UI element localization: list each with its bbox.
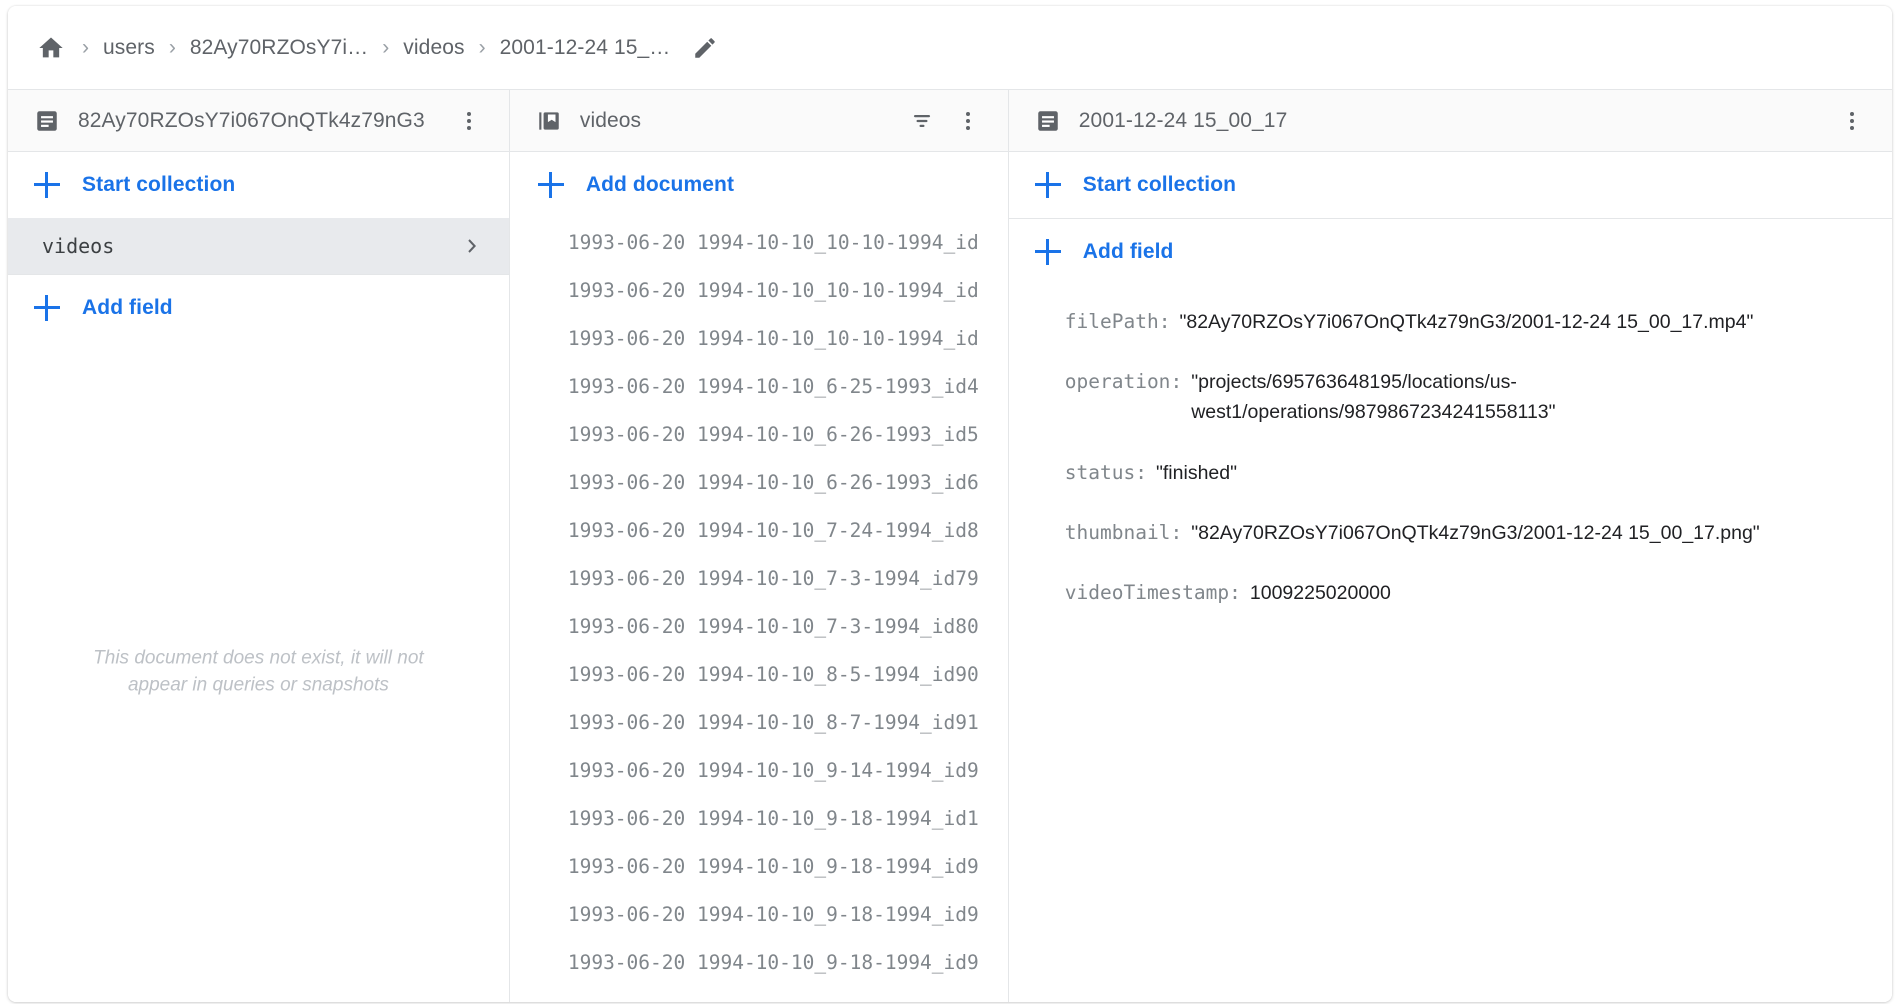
middle-panel-title: videos: [579, 108, 642, 132]
start-collection-label: Start collection: [1082, 173, 1237, 196]
list-item[interactable]: 1993-06-20 1994-10-10_10-10-1994_id: [510, 314, 1008, 362]
breadcrumb-separator: ›: [168, 36, 176, 59]
left-panel-header: 82Ay70RZOsY7i067OnQTk4z79nG3: [8, 90, 509, 152]
right-panel-header: 2001-12-24 15_00_17: [1008, 90, 1892, 152]
plus-icon: [537, 172, 564, 198]
pencil-edit-icon[interactable]: [692, 35, 718, 61]
right-panel-actions: [1832, 101, 1872, 141]
field-key: videoTimestamp: [1064, 581, 1230, 605]
plus-icon: [1034, 172, 1061, 198]
breadcrumb-item-users[interactable]: users: [103, 36, 155, 60]
more-vert-icon[interactable]: [948, 101, 988, 141]
field-value: "82Ay70RZOsY7i067OnQTk4z79nG3/2001-12-24…: [1179, 311, 1754, 333]
list-item[interactable]: videos: [8, 218, 509, 274]
breadcrumb-item-document[interactable]: 2001-12-24 15_…: [500, 36, 671, 60]
field-value: 1009225020000: [1249, 582, 1391, 605]
left-panel-empty-area: This document does not exist, it will no…: [8, 341, 509, 1002]
add-field-label: Add field: [1082, 240, 1174, 263]
middle-collection-panel: videos Add document 1993-06-20 1994-10-1…: [509, 90, 1009, 1002]
list-item[interactable]: 1993-06-20 1994-10-10_8-7-1994_id91: [510, 698, 1008, 746]
breadcrumb-separator: ›: [382, 36, 390, 59]
list-item[interactable]: 1993-06-20 1994-10-10_10-10-1994_id: [510, 218, 1008, 266]
right-document-panel: 2001-12-24 15_00_17 Start collection Add…: [1008, 90, 1892, 1002]
document-icon: [1035, 108, 1061, 134]
more-vert-icon[interactable]: [449, 101, 489, 141]
filter-list-icon[interactable]: [902, 101, 942, 141]
left-panel-title: 82Ay70RZOsY7i067OnQTk4z79nG3: [78, 108, 425, 132]
field-colon: :: [1135, 460, 1147, 484]
left-panel-actions: [449, 101, 489, 141]
breadcrumb: › users › 82Ay70RZOsY7i… › videos › 2001…: [8, 6, 1892, 90]
middle-panel-actions: [902, 101, 988, 141]
field-key: thumbnail: [1064, 520, 1171, 544]
list-item[interactable]: 1993-06-20 1994-10-10_7-3-1994_id79: [510, 554, 1008, 602]
list-item[interactable]: 1993-06-20 1994-10-10_7-24-1994_id8: [510, 506, 1008, 554]
list-item[interactable]: 1993-06-20 1994-10-10_8-5-1994_id90: [510, 650, 1008, 698]
add-field-button-right[interactable]: Add field: [1008, 219, 1892, 285]
list-item[interactable]: 1993-06-20 1994-10-10_9-18-1994_id9: [510, 842, 1008, 890]
list-item[interactable]: 1993-06-20 1994-10-10_9-18-1994_id1: [510, 794, 1008, 842]
field-value: "82Ay70RZOsY7i067OnQTk4z79nG3/2001-12-24…: [1191, 521, 1760, 544]
field-colon: :: [1158, 310, 1171, 333]
middle-panel-header: videos: [509, 90, 1008, 152]
field-key: status: [1064, 460, 1136, 484]
field-colon: :: [1170, 370, 1183, 394]
field-colon: :: [1170, 520, 1183, 544]
field-list: filePath : "82Ay70RZOsY7i067OnQTk4z79nG3…: [1009, 285, 1892, 1002]
add-document-label: Add document: [585, 173, 735, 196]
breadcrumb-item-user-id[interactable]: 82Ay70RZOsY7i…: [190, 36, 368, 60]
collection-name: videos: [42, 234, 115, 258]
list-item[interactable]: 1993-06-20 1994-10-10_9-18-1994_id9: [510, 890, 1008, 938]
add-document-button[interactable]: Add document: [509, 152, 1008, 218]
list-item[interactable]: 1993-06-20 1994-10-10_6-26-1993_id6: [510, 458, 1008, 506]
field-row[interactable]: operation : "projects/695763648195/locat…: [1009, 367, 1892, 427]
field-value: "finished": [1155, 461, 1238, 484]
document-list[interactable]: 1993-06-20 1994-10-10_10-10-1994_id 1993…: [510, 218, 1008, 1002]
field-row[interactable]: filePath : "82Ay70RZOsY7i067OnQTk4z79nG3…: [1009, 307, 1892, 337]
field-row[interactable]: status : "finished": [1009, 458, 1892, 488]
collection-icon: [536, 108, 562, 134]
field-colon: :: [1229, 581, 1241, 605]
add-field-label: Add field: [82, 296, 173, 319]
field-row[interactable]: thumbnail : "82Ay70RZOsY7i067OnQTk4z79nG…: [1009, 518, 1892, 548]
breadcrumb-separator: ›: [82, 36, 89, 59]
field-key: operation: [1064, 370, 1171, 394]
start-collection-button-left[interactable]: Start collection: [8, 152, 509, 218]
breadcrumb-separator: ›: [478, 36, 486, 59]
list-item[interactable]: 1993-06-20 1994-10-10_6-26-1993_id5: [510, 410, 1008, 458]
start-collection-label: Start collection: [82, 173, 236, 196]
collection-list: videos: [8, 218, 509, 274]
list-item[interactable]: 1993-06-20 1994-10-10_10-10-1994_id: [510, 266, 1008, 314]
start-collection-button-right[interactable]: Start collection: [1008, 152, 1892, 218]
field-key: filePath: [1064, 310, 1159, 333]
more-vert-icon[interactable]: [1832, 101, 1872, 141]
left-document-panel: 82Ay70RZOsY7i067OnQTk4z79nG3 Start colle…: [8, 90, 510, 1002]
plus-icon: [34, 295, 60, 321]
field-value: "projects/695763648195/locations/us-west…: [1191, 371, 1556, 424]
plus-icon: [34, 172, 60, 198]
add-field-button-left[interactable]: Add field: [8, 275, 509, 341]
empty-state-message: This document does not exist, it will no…: [93, 646, 424, 696]
list-item[interactable]: 1993-06-20 1994-10-10_7-3-1994_id80: [510, 602, 1008, 650]
list-item[interactable]: 1993-06-20 1994-10-10_9-14-1994_id9: [510, 746, 1008, 794]
right-panel-title: 2001-12-24 15_00_17: [1078, 108, 1288, 132]
document-icon: [34, 108, 60, 134]
list-item[interactable]: 1993-06-20 1994-10-10_6-25-1993_id4: [510, 362, 1008, 410]
chevron-right-icon: [459, 234, 483, 258]
breadcrumb-item-videos[interactable]: videos: [403, 36, 464, 60]
home-icon[interactable]: [34, 31, 68, 65]
firestore-data-browser: › users › 82Ay70RZOsY7i… › videos › 2001…: [8, 6, 1892, 1002]
list-item[interactable]: 1993-06-20 1994-10-10_9-18-1994_id9: [510, 938, 1008, 986]
panel-columns: 82Ay70RZOsY7i067OnQTk4z79nG3 Start colle…: [8, 90, 1892, 1002]
plus-icon: [1034, 239, 1061, 265]
field-row[interactable]: videoTimestamp : 1009225020000: [1009, 578, 1892, 608]
